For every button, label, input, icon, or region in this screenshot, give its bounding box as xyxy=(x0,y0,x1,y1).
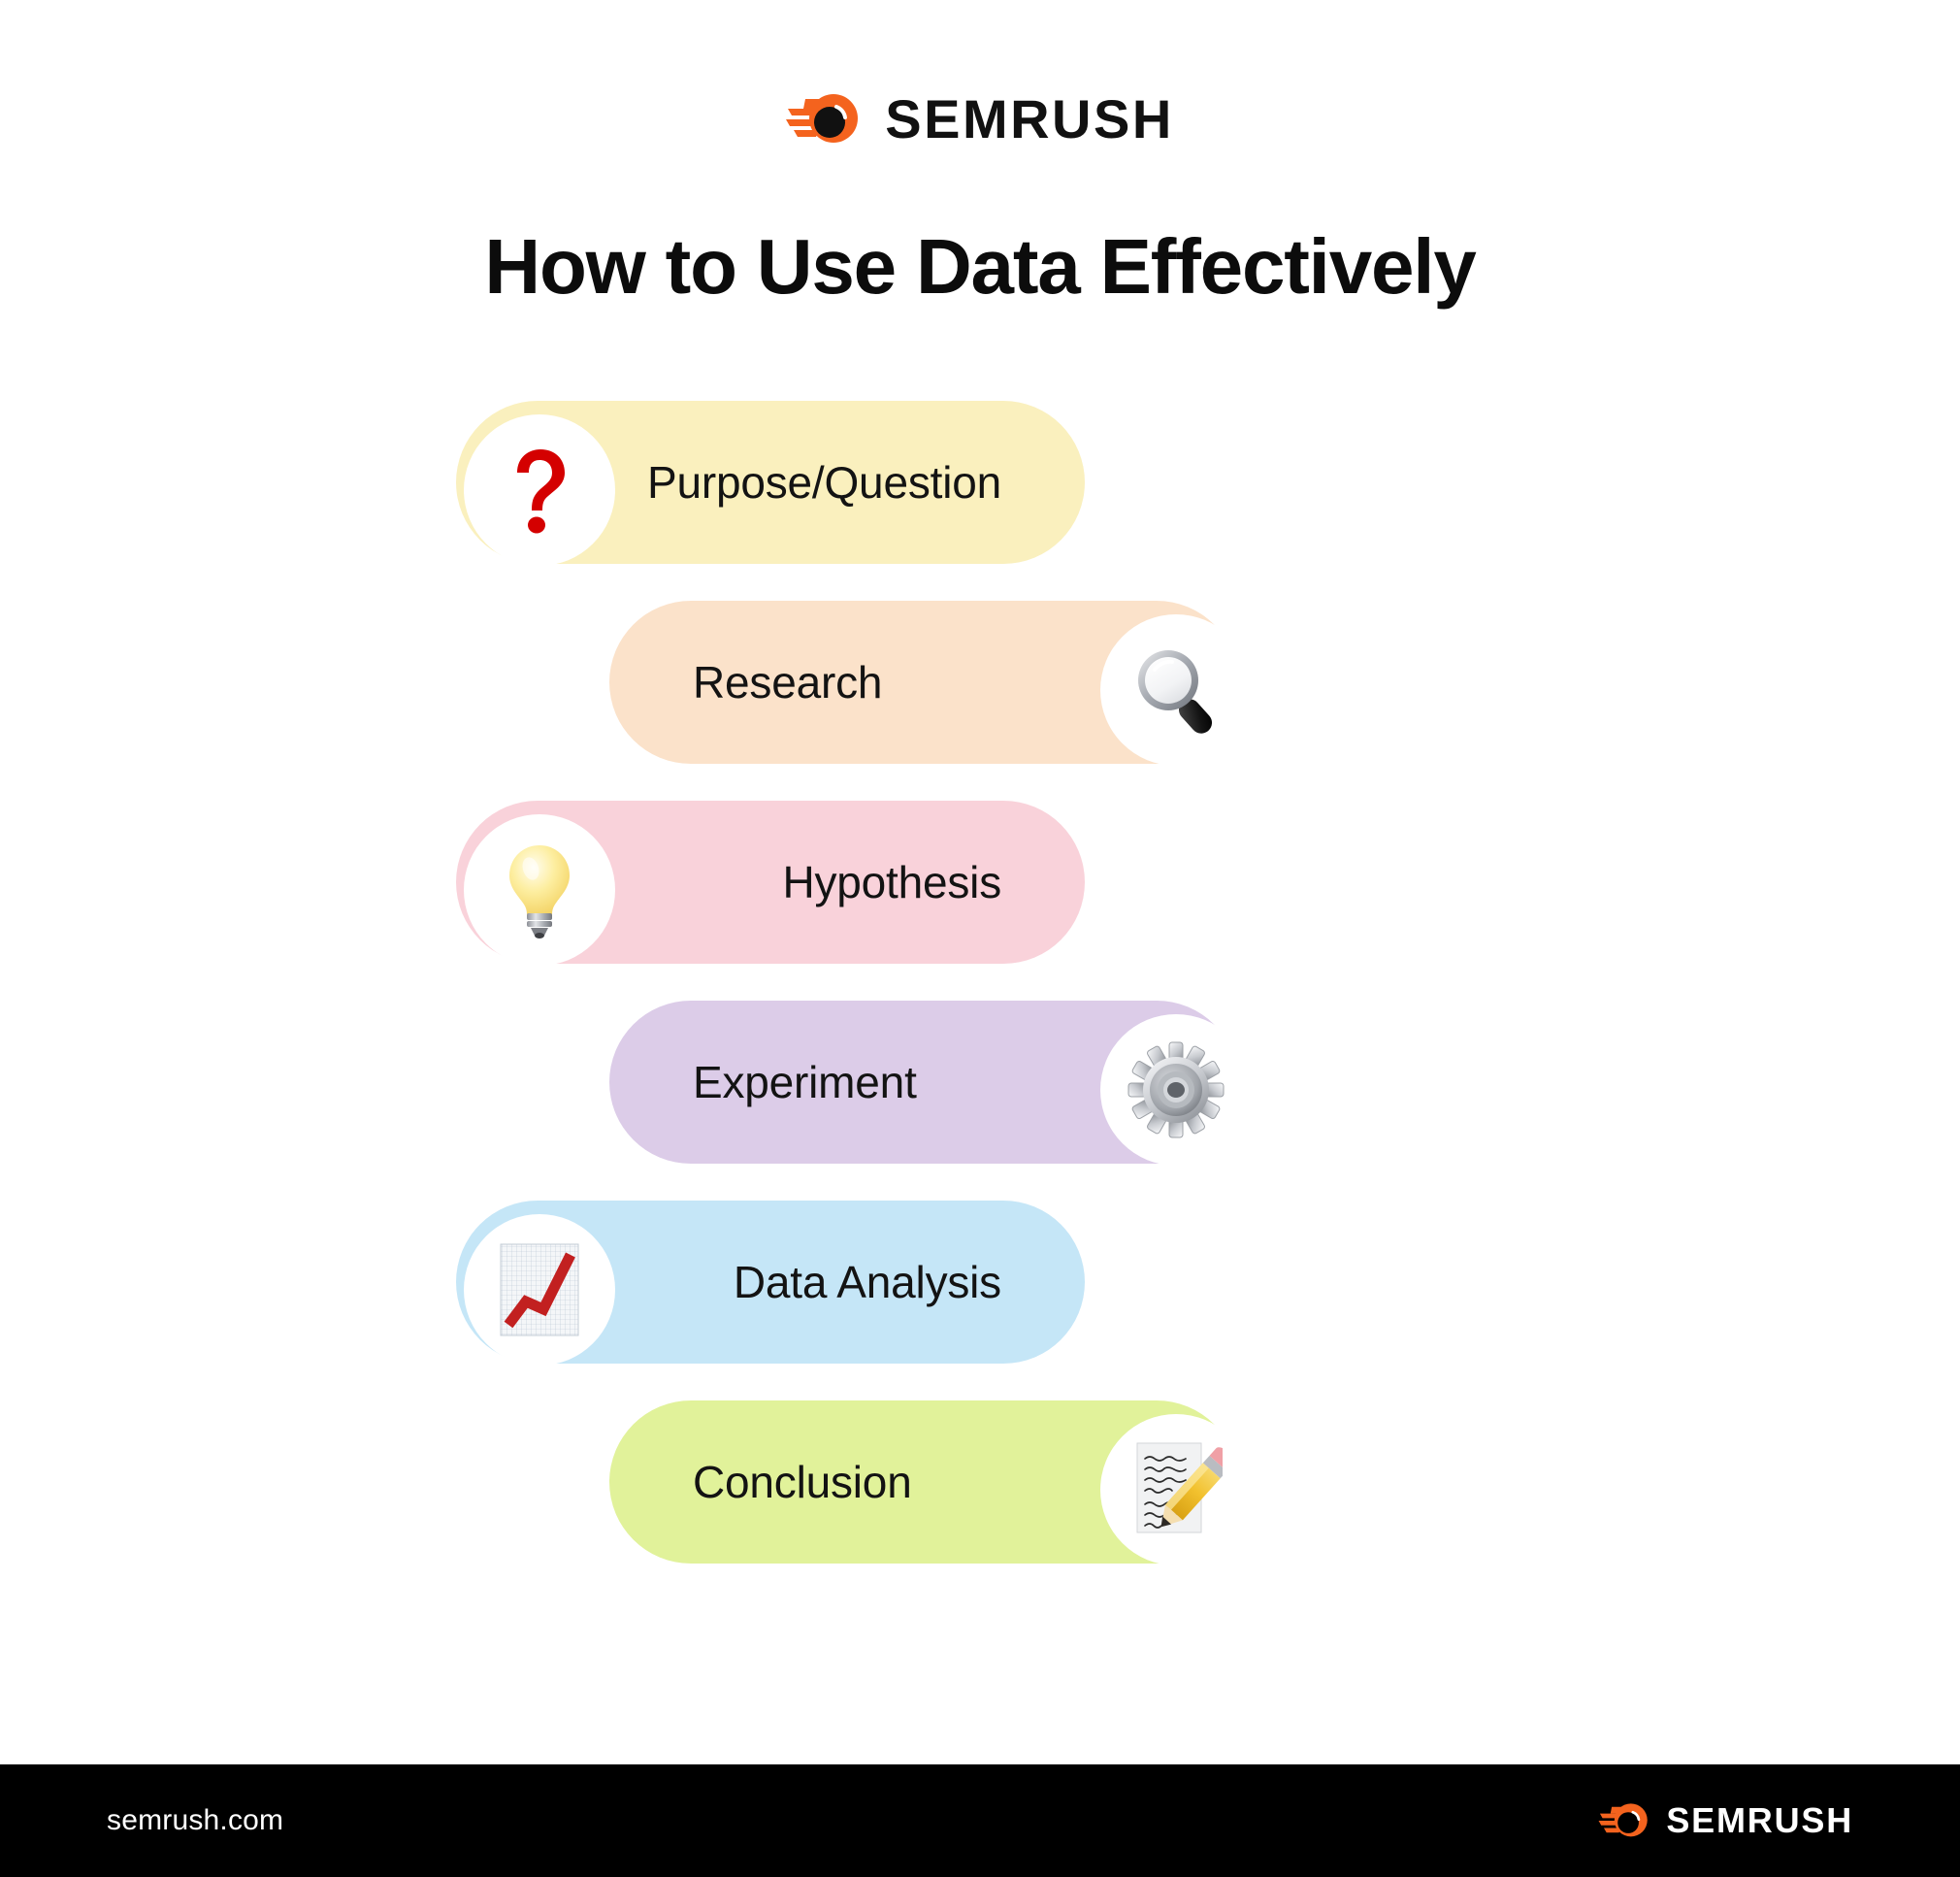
semrush-wordmark: SEMRUSH xyxy=(1666,1800,1853,1840)
step-list: Purpose/Question Research Hypothesis Exp… xyxy=(0,401,1960,1565)
step-badge-conclusion xyxy=(1100,1414,1252,1565)
memo-pencil-icon xyxy=(1129,1439,1223,1540)
footer-semrush-logo: SEMRUSH xyxy=(1598,1800,1853,1842)
footer-url[interactable]: semrush.com xyxy=(107,1804,283,1837)
step-badge-research xyxy=(1100,614,1252,766)
step-badge-experiment xyxy=(1100,1014,1252,1166)
step-badge-hypothesis xyxy=(464,814,615,966)
step-label: Experiment xyxy=(693,1057,917,1107)
list-item: Data Analysis xyxy=(0,1201,1960,1366)
step-label: Purpose/Question xyxy=(646,457,1001,508)
header: SEMRUSH xyxy=(0,0,1960,148)
semrush-wordmark: SEMRUSH xyxy=(885,87,1174,149)
step-badge-purpose-question xyxy=(464,414,615,566)
list-item: Conclusion xyxy=(0,1400,1960,1565)
step-label: Research xyxy=(693,657,883,708)
semrush-comet-icon xyxy=(786,89,862,148)
list-item: Research xyxy=(0,601,1960,766)
semrush-logo: SEMRUSH xyxy=(786,89,1174,148)
list-item: Purpose/Question xyxy=(0,401,1960,566)
step-label: Conclusion xyxy=(693,1457,912,1507)
question-mark-icon xyxy=(504,446,575,534)
step-badge-data-analysis xyxy=(464,1214,615,1366)
magnifying-glass-icon xyxy=(1129,643,1223,737)
light-bulb-icon xyxy=(505,841,574,938)
footer: semrush.com SEMRUSH xyxy=(0,1764,1960,1877)
chart-increasing-icon xyxy=(497,1241,582,1338)
step-label: Data Analysis xyxy=(733,1257,1001,1307)
gear-icon xyxy=(1127,1041,1225,1138)
semrush-comet-icon xyxy=(1598,1800,1650,1842)
list-item: Experiment xyxy=(0,1001,1960,1166)
page-title: How to Use Data Effectively xyxy=(484,223,1476,310)
list-item: Hypothesis xyxy=(0,801,1960,966)
step-label: Hypothesis xyxy=(782,857,1001,907)
